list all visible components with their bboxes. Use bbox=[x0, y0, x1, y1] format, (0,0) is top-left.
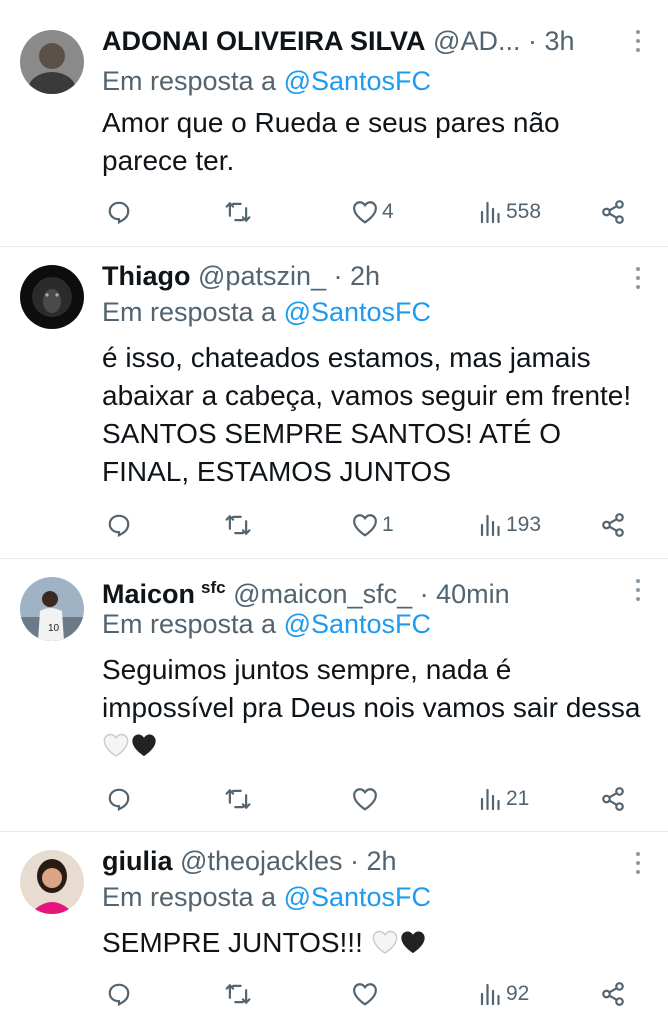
views-button[interactable]: 21 bbox=[478, 783, 529, 815]
author-name[interactable]: Maicon bbox=[102, 579, 195, 609]
black-heart-emoji bbox=[400, 931, 425, 954]
retweet-button[interactable] bbox=[224, 783, 252, 815]
reply-context: Em resposta a @SantosFC bbox=[102, 880, 431, 914]
retweet-icon bbox=[225, 201, 251, 223]
retweet-icon bbox=[225, 788, 251, 810]
tweet-text: Amor que o Rueda e seus pares não parece… bbox=[102, 107, 560, 176]
reply-icon bbox=[108, 514, 130, 538]
reply-button[interactable] bbox=[106, 978, 132, 1010]
share-icon bbox=[602, 787, 624, 811]
author-handle[interactable]: @theojackles bbox=[180, 846, 343, 876]
views-count: 558 bbox=[506, 200, 542, 223]
views-button[interactable]: 558 bbox=[478, 196, 541, 228]
reply-button[interactable] bbox=[106, 783, 132, 815]
tweet[interactable]: giulia @theojackles · 2h Em resposta a @… bbox=[0, 832, 668, 1024]
share-icon bbox=[602, 982, 624, 1006]
more-icon[interactable] bbox=[634, 577, 642, 608]
tweet[interactable]: ADONAI OLIVEIRA SILVA @AD... · 3h Em res… bbox=[0, 0, 668, 247]
share-icon bbox=[602, 200, 624, 224]
reply-button[interactable] bbox=[106, 196, 132, 228]
tweet-actions: 1 193 bbox=[102, 509, 642, 541]
share-button[interactable] bbox=[600, 783, 626, 815]
author-name[interactable]: ADONAI OLIVEIRA SILVA bbox=[102, 26, 426, 56]
like-button[interactable]: 4 bbox=[352, 196, 394, 228]
views-count: 21 bbox=[506, 787, 530, 810]
views-icon bbox=[480, 201, 500, 224]
tweet-actions: 21 bbox=[102, 783, 642, 815]
reply-prefix: Em resposta a bbox=[102, 609, 277, 639]
tweet-text: é isso, chateados estamos, mas jamais ab… bbox=[102, 342, 632, 487]
views-icon bbox=[480, 514, 500, 537]
reply-prefix: Em resposta a bbox=[102, 882, 277, 912]
reply-icon bbox=[108, 788, 130, 812]
like-count: 4 bbox=[382, 200, 394, 223]
share-button[interactable] bbox=[600, 509, 626, 541]
black-heart-emoji bbox=[132, 734, 156, 757]
views-button[interactable]: 92 bbox=[478, 978, 529, 1010]
tweet-actions: 92 bbox=[102, 978, 642, 1010]
like-icon bbox=[353, 201, 377, 224]
reply-icon bbox=[108, 983, 130, 1007]
retweet-icon bbox=[225, 514, 251, 536]
author-name-superscript: sfc bbox=[201, 578, 226, 597]
like-button[interactable] bbox=[352, 978, 382, 1010]
more-icon[interactable] bbox=[634, 850, 642, 881]
author-name[interactable]: Thiago bbox=[102, 261, 191, 291]
like-icon bbox=[353, 983, 377, 1006]
tweet[interactable]: 10 Maicon sfc @maicon_sfc_ · 40min Em res… bbox=[0, 559, 668, 832]
reply-context: Em resposta a @SantosFC bbox=[102, 64, 431, 98]
reply-mention[interactable]: @SantosFC bbox=[284, 66, 431, 96]
like-button[interactable] bbox=[352, 783, 382, 815]
views-count: 92 bbox=[506, 982, 530, 1005]
reply-context: Em resposta a @SantosFC bbox=[102, 295, 431, 329]
views-button[interactable]: 193 bbox=[478, 509, 541, 541]
reply-context: Em resposta a @SantosFC bbox=[102, 607, 431, 641]
retweet-icon bbox=[225, 983, 251, 1005]
reply-mention[interactable]: @SantosFC bbox=[284, 297, 431, 327]
tweet-text: SEMPRE JUNTOS!!! bbox=[102, 927, 363, 958]
author-handle[interactable]: @patszin_ bbox=[198, 261, 326, 291]
svg-text:10: 10 bbox=[48, 623, 60, 634]
more-icon[interactable] bbox=[634, 28, 642, 59]
reply-button[interactable] bbox=[106, 509, 132, 541]
tweet-text-container: SEMPRE JUNTOS!!! bbox=[102, 924, 647, 962]
like-button[interactable]: 1 bbox=[352, 509, 394, 541]
views-icon bbox=[480, 983, 500, 1006]
share-button[interactable] bbox=[600, 978, 626, 1010]
views-icon bbox=[480, 788, 500, 811]
like-icon bbox=[353, 514, 377, 537]
reply-mention[interactable]: @SantosFC bbox=[284, 609, 431, 639]
avatar[interactable] bbox=[20, 265, 84, 329]
timestamp[interactable]: · 2h bbox=[334, 261, 381, 291]
white-heart-emoji bbox=[103, 733, 129, 757]
like-count: 1 bbox=[382, 513, 394, 536]
tweet-text-container: Seguimos juntos sempre, nada é impossíve… bbox=[102, 651, 647, 765]
retweet-button[interactable] bbox=[224, 978, 252, 1010]
avatar[interactable]: 10 bbox=[20, 577, 84, 641]
reply-icon bbox=[108, 201, 130, 225]
timestamp[interactable]: · 40min bbox=[420, 579, 510, 609]
reply-prefix: Em resposta a bbox=[102, 66, 277, 96]
author-name[interactable]: giulia bbox=[102, 846, 173, 876]
avatar[interactable] bbox=[20, 30, 84, 94]
tweet[interactable]: Thiago @patszin_ · 2h Em resposta a @San… bbox=[0, 247, 668, 559]
retweet-button[interactable] bbox=[224, 509, 252, 541]
share-button[interactable] bbox=[600, 196, 626, 228]
white-heart-emoji bbox=[372, 930, 398, 954]
avatar[interactable] bbox=[20, 850, 84, 914]
timestamp[interactable]: · 2h bbox=[350, 846, 397, 876]
more-icon[interactable] bbox=[634, 265, 642, 296]
like-icon bbox=[353, 788, 377, 811]
reply-prefix: Em resposta a bbox=[102, 297, 277, 327]
reply-mention[interactable]: @SantosFC bbox=[284, 882, 431, 912]
retweet-button[interactable] bbox=[224, 196, 252, 228]
tweet-text: Seguimos juntos sempre, nada é impossíve… bbox=[102, 654, 641, 723]
tweet-actions: 4 558 bbox=[102, 196, 642, 228]
author-handle[interactable]: @maicon_sfc_ bbox=[233, 579, 412, 609]
author-handle[interactable]: @AD... bbox=[433, 26, 520, 56]
views-count: 193 bbox=[506, 513, 542, 536]
timestamp[interactable]: · 3h bbox=[528, 26, 575, 56]
share-icon bbox=[602, 513, 624, 537]
